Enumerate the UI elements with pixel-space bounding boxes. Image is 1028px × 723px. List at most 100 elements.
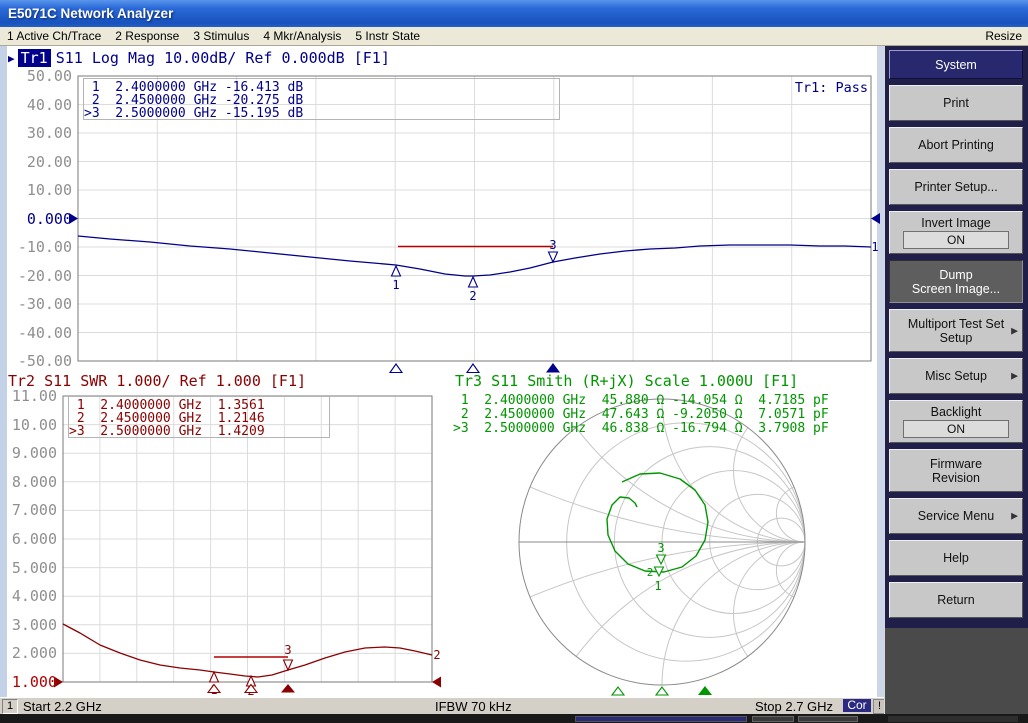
button-label: Firmware (930, 457, 982, 471)
toggle-state[interactable]: ON (903, 231, 1009, 249)
button-label: Return (937, 593, 975, 607)
system-button[interactable]: System (889, 50, 1023, 79)
tr1-pass-status: Tr1: Pass (760, 80, 868, 96)
button-label: System (935, 58, 977, 72)
tr1-ref-arrow-right-icon (871, 213, 880, 224)
tr1-format-text: S11 Log Mag 10.00dB/ Ref 0.000dB [F1] (56, 49, 390, 67)
button-label: Dump (939, 268, 972, 282)
softkey-buttons: System Print Abort Printing Printer Setup..… (889, 50, 1023, 624)
y-tick-label: 1.000 (1, 668, 57, 697)
y-tick-label: -40.00 (16, 319, 72, 348)
submenu-arrow-icon: ▶ (1011, 371, 1018, 382)
softkey-group-background: System Print Abort Printing Printer Setup..… (885, 46, 1028, 628)
button-label: Service Menu (918, 509, 994, 523)
y-tick-label: -20.00 (16, 262, 72, 291)
menu-1-active-ch-trace[interactable]: 1 Active Ch/Trace (0, 27, 108, 43)
tr2-y-axis-ticks: 11.0010.009.0008.0007.0006.0005.0004.000… (1, 382, 57, 697)
tr1-axis-marker1-icon (390, 364, 402, 373)
marker-row: >3 2.5000000 GHz -15.195 dB (84, 107, 559, 120)
status-bar: 1 Start 2.2 GHz IFBW 70 kHz Stop 2.7 GHz… (0, 697, 884, 714)
dump-screen-image-button[interactable]: DumpScreen Image... (889, 260, 1023, 303)
abort-printing-button[interactable]: Abort Printing (889, 127, 1023, 163)
toggle-state[interactable]: ON (903, 420, 1009, 438)
marker-row: >3 2.5000000 GHz 1.4209 (69, 425, 329, 438)
menu-4-mkr-analysis[interactable]: 4 Mkr/Analysis (256, 27, 348, 43)
button-label: Misc Setup (925, 369, 987, 383)
tr3-axis-marker1-icon (612, 687, 624, 695)
return-button[interactable]: Return (889, 582, 1023, 618)
multiport-test-set-setup-button[interactable]: Multiport Test SetSetup▶ (889, 309, 1023, 352)
marker-row: 1 2.4000000 GHz 45.880 Ω -14.054 Ω 4.718… (453, 394, 829, 408)
menu-3-stimulus[interactable]: 3 Stimulus (186, 27, 256, 43)
tr3-marker-table: 1 2.4000000 GHz 45.880 Ω -14.054 Ω 4.718… (453, 394, 829, 436)
tr3-marker3-label: 3 (657, 541, 664, 555)
misc-setup-button[interactable]: Misc Setup ▶ (889, 358, 1023, 394)
partial-bottom-bar (0, 714, 1028, 723)
tr1-marker2-label: 2 (469, 289, 476, 303)
tr3-marker2-label: 2 (647, 566, 654, 579)
tr1-trace-number: 1 (871, 240, 878, 254)
service-menu-button[interactable]: Service Menu ▶ (889, 498, 1023, 534)
button-label: Help (943, 551, 969, 565)
tr2-marker3-label: 3 (284, 643, 291, 657)
button-label: Screen Image... (912, 282, 1000, 296)
menu-2-response[interactable]: 2 Response (108, 27, 186, 43)
invert-image-button[interactable]: Invert ImageON (889, 211, 1023, 254)
y-tick-label: 7.000 (1, 496, 57, 525)
title-bar: E5071C Network Analyzer (0, 0, 1028, 27)
tr2-axis-marker3-icon (281, 684, 295, 693)
tr3-marker1-label: 1 (654, 579, 661, 593)
print-button[interactable]: Print (889, 85, 1023, 121)
tr1-marker-table: 1 2.4000000 GHz -16.413 dB 2 2.4500000 G… (83, 78, 560, 120)
submenu-arrow-icon: ▶ (1011, 511, 1018, 522)
y-tick-label: -30.00 (16, 290, 72, 319)
bottom-bar-segment (798, 716, 858, 722)
y-tick-label: 40.00 (16, 91, 72, 120)
y-tick-label: 6.000 (1, 525, 57, 554)
button-label: Invert Image (921, 216, 990, 230)
button-label: Revision (932, 471, 980, 485)
button-label: Print (943, 96, 969, 110)
y-tick-label: 3.000 (1, 611, 57, 640)
y-tick-label: 10.00 (1, 411, 57, 440)
help-button[interactable]: Help (889, 540, 1023, 576)
y-tick-label: 11.00 (1, 382, 57, 411)
tr2-ref-arrow-right-icon (432, 677, 441, 688)
stop-frequency: Stop 2.7 GHz (755, 699, 833, 714)
tr2-trace-number: 2 (433, 648, 440, 662)
softkey-sidebar: System Print Abort Printing Printer Setup..… (884, 46, 1028, 714)
y-tick-label: -50.00 (16, 347, 72, 376)
tr1-marker1-label: 1 (392, 278, 399, 292)
tr3-header[interactable]: Tr3 S11 Smith (R+jX) Scale 1.000U [F1] (455, 372, 798, 390)
y-tick-label: 4.000 (1, 582, 57, 611)
tr3-label: Tr3 (455, 372, 482, 390)
bottom-bar-segment (752, 716, 794, 722)
tr3-axis-marker3-icon (698, 686, 712, 695)
button-label: Setup (940, 331, 973, 345)
instrument-screen: E5071C Network Analyzer 1 Active Ch/Trac… (0, 0, 1028, 723)
tr2-format-text: S11 SWR 1.000/ Ref 1.000 [F1] (44, 372, 306, 390)
tr3-format-text: S11 Smith (R+jX) Scale 1.000U [F1] (491, 372, 798, 390)
resize-button[interactable]: Resize (985, 29, 1022, 43)
firmware-revision-button[interactable]: FirmwareRevision (889, 449, 1023, 492)
y-tick-label: 20.00 (16, 148, 72, 177)
menu-5-instr-state[interactable]: 5 Instr State (348, 27, 427, 43)
y-tick-label: -10.00 (16, 233, 72, 262)
y-tick-label: 0.000 (16, 205, 72, 234)
bottom-bar-segment (888, 716, 1018, 722)
y-tick-label: 5.000 (1, 554, 57, 583)
tr1-marker3-icon (549, 252, 558, 262)
tr2-marker-table: 1 2.4000000 GHz 1.3561 2 2.4500000 GHz 1… (68, 396, 330, 438)
bottom-bar-segment (575, 716, 747, 722)
y-tick-label: 50.00 (16, 62, 72, 91)
active-trace-arrow-icon: ▶ (8, 52, 15, 65)
button-label: Backlight (931, 405, 982, 419)
start-frequency: Start 2.2 GHz (23, 699, 102, 714)
backlight-button[interactable]: BacklightON (889, 400, 1023, 443)
button-label: Abort Printing (918, 138, 994, 152)
y-tick-label: 2.000 (1, 639, 57, 668)
correction-badge: Cor (843, 699, 871, 712)
menu-bar: 1 Active Ch/Trace2 Response3 Stimulus4 M… (0, 27, 1028, 46)
printer-setup-button[interactable]: Printer Setup... (889, 169, 1023, 205)
submenu-arrow-icon: ▶ (1011, 325, 1018, 336)
